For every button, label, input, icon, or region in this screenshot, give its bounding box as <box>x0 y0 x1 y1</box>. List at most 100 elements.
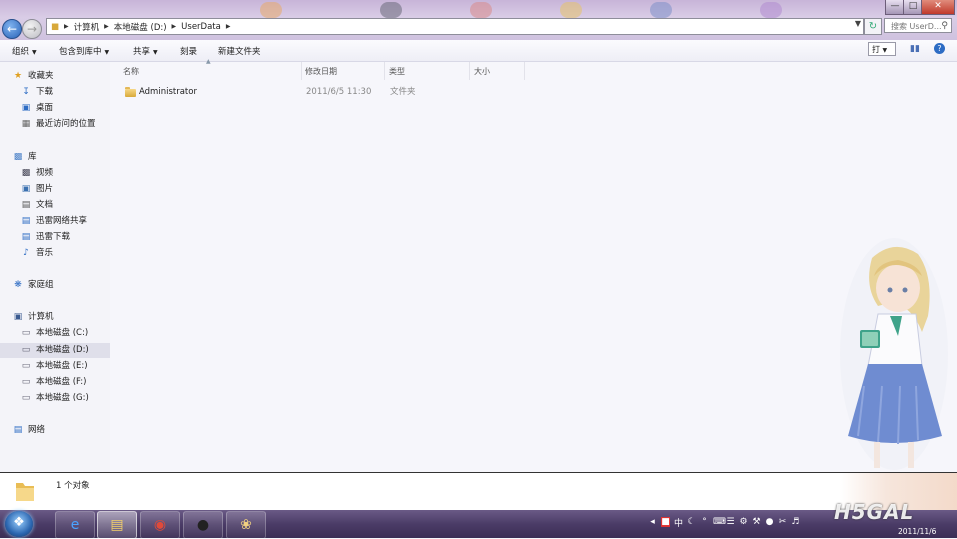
chevron-right-icon[interactable]: ▶ <box>171 23 178 30</box>
organize-label: 组织 <box>12 47 30 57</box>
video-icon: ▩ <box>21 168 31 178</box>
nav-drive-g[interactable]: ▭ 本地磁盘 (G:) <box>0 391 110 406</box>
nav-drive-c[interactable]: ▭ 本地磁盘 (C:) <box>0 326 110 341</box>
nav-computer[interactable]: ▣ 计算机 <box>0 310 110 325</box>
title-bar: ← → ■ ▶ 计算机 ▶ 本地磁盘 (D:) ▶ UserData ▶ ▼ ↻… <box>0 0 957 40</box>
settings-icon[interactable]: ⚙ <box>739 517 748 527</box>
clock-date[interactable]: 2011/11/6 <box>898 527 936 536</box>
document-icon: ▤ <box>21 200 31 210</box>
pin-icon[interactable]: ● <box>765 517 774 527</box>
help-icon[interactable]: ? <box>934 43 945 54</box>
search-icon[interactable]: ⚲ <box>941 19 948 34</box>
column-headers: 名称 修改日期 类型 大小 <box>111 62 956 80</box>
nav-homegroup[interactable]: ❋ 家庭组 <box>0 278 110 293</box>
folder-icon: ■ <box>51 21 60 32</box>
drive-icon: ▭ <box>21 393 31 403</box>
nav-videos[interactable]: ▩ 视频 <box>0 166 110 181</box>
address-bar[interactable]: ■ ▶ 计算机 ▶ 本地磁盘 (D:) ▶ UserData ▶ ▼ <box>46 18 864 35</box>
language-icon[interactable]: 中 <box>674 516 683 529</box>
explorer-icon: ▤ <box>110 517 124 533</box>
organize-button[interactable]: 组织 ▼ <box>12 45 37 57</box>
taskbar-chrome-button[interactable]: ◉ <box>140 511 180 539</box>
minimize-button[interactable]: — <box>885 0 905 15</box>
back-button[interactable]: ← <box>2 19 22 39</box>
menu-icon[interactable]: ☰ <box>726 517 735 527</box>
column-header-modified[interactable]: 修改日期 <box>305 66 337 77</box>
column-divider[interactable] <box>384 62 385 80</box>
forward-button[interactable]: → <box>22 19 42 39</box>
preview-pane-icon[interactable]: ▮▮ <box>910 44 920 54</box>
system-tray: ◂ ■ 中 ☾ ° ⌨ ☰ ⚙ ⚒ ● ✂ ♬ <box>648 514 800 530</box>
new-folder-button[interactable]: 新建文件夹 <box>218 45 261 57</box>
chevron-down-icon: ▼ <box>104 49 110 56</box>
start-button[interactable]: ❖ <box>5 511 33 537</box>
picture-icon: ▣ <box>21 184 31 194</box>
chevron-down-icon[interactable]: ▼ <box>855 19 861 28</box>
column-header-size[interactable]: 大小 <box>474 66 490 77</box>
tray-arrow-icon[interactable]: ◂ <box>648 517 657 527</box>
punctuation-icon[interactable]: ° <box>700 517 709 527</box>
breadcrumb-computer[interactable]: 计算机 <box>70 21 104 33</box>
search-input[interactable]: 搜索 UserD... ⚲ <box>884 18 952 33</box>
close-button[interactable]: ✕ <box>921 0 955 15</box>
nav-pictures[interactable]: ▣ 图片 <box>0 182 110 197</box>
file-type: 文件夹 <box>390 87 416 97</box>
drive-icon: ▭ <box>21 345 31 355</box>
burn-button[interactable]: 刻录 <box>180 45 197 57</box>
breadcrumb-drive-d[interactable]: 本地磁盘 (D:) <box>110 21 171 33</box>
column-divider[interactable] <box>301 62 302 80</box>
wallpaper-decoration <box>650 2 672 18</box>
taskbar-ie-button[interactable]: e <box>55 511 95 539</box>
chrome-icon: ◉ <box>153 517 167 533</box>
column-header-name[interactable]: 名称 <box>123 66 139 77</box>
nav-network[interactable]: ▤ 网络 <box>0 423 110 438</box>
moon-icon[interactable]: ☾ <box>687 517 696 527</box>
chevron-right-icon[interactable]: ▶ <box>103 23 110 30</box>
wrench-icon[interactable]: ⚒ <box>752 517 761 527</box>
scissors-icon[interactable]: ✂ <box>778 517 787 527</box>
nav-recent-places[interactable]: ▦ 最近访问的位置 <box>0 117 110 132</box>
nav-drive-d-label: 本地磁盘 (D:) <box>36 345 89 355</box>
column-header-type[interactable]: 类型 <box>389 66 405 77</box>
music-icon: ♪ <box>23 248 29 258</box>
chevron-down-icon: ▼ <box>32 49 37 56</box>
table-row[interactable]: Administrator 2011/6/5 11:30 文件夹 <box>120 85 480 99</box>
nav-music[interactable]: ♪ 音乐 <box>0 246 110 261</box>
taskbar-explorer-button[interactable]: ▤ <box>97 511 137 539</box>
nav-libraries[interactable]: ▩ 库 <box>0 150 110 165</box>
nav-documents[interactable]: ▤ 文档 <box>0 198 110 213</box>
column-divider[interactable] <box>469 62 470 80</box>
nav-pictures-label: 图片 <box>36 184 54 194</box>
taskbar-paint-button[interactable]: ❀ <box>226 511 266 539</box>
nav-drive-d[interactable]: ▭ 本地磁盘 (D:) <box>0 343 110 358</box>
taskbar-qq-button[interactable]: ● <box>183 511 223 539</box>
nav-downloads[interactable]: ↧ 下载 <box>0 85 110 100</box>
nav-xunlei-share-label: 迅雷网络共享 <box>36 216 88 226</box>
nav-drive-f[interactable]: ▭ 本地磁盘 (F:) <box>0 375 110 390</box>
wallpaper-decoration <box>560 2 582 18</box>
chevron-right-icon[interactable]: ▶ <box>225 23 232 30</box>
folder-icon <box>125 87 136 97</box>
include-in-library-button[interactable]: 包含到库中 ▼ <box>59 45 109 57</box>
nav-desktop[interactable]: ▣ 桌面 <box>0 101 110 116</box>
column-divider[interactable] <box>524 62 525 80</box>
nav-drive-e[interactable]: ▭ 本地磁盘 (E:) <box>0 359 110 374</box>
burn-label: 刻录 <box>180 47 198 57</box>
keyboard-icon[interactable]: ⌨ <box>713 517 726 527</box>
nav-xunlei-downloads[interactable]: ▤ 迅雷下载 <box>0 230 110 245</box>
nav-drive-g-label: 本地磁盘 (G:) <box>36 393 89 403</box>
chevron-right-icon[interactable]: ▶ <box>63 23 70 30</box>
share-button[interactable]: 共享 ▼ <box>133 45 158 57</box>
chevron-down-icon: ▼ <box>882 47 888 54</box>
nav-xunlei-share[interactable]: ▤ 迅雷网络共享 <box>0 214 110 229</box>
refresh-button[interactable]: ↻ <box>864 18 882 35</box>
input-method-icon[interactable]: ■ <box>661 517 670 527</box>
speaker-icon[interactable]: ♬ <box>791 517 800 527</box>
nav-recent-places-label: 最近访问的位置 <box>36 119 96 129</box>
view-dropdown[interactable]: 打 ▼ <box>868 42 896 56</box>
nav-videos-label: 视频 <box>36 168 54 178</box>
nav-favorites[interactable]: ★ 收藏夹 <box>0 69 110 84</box>
breadcrumb-userdata[interactable]: UserData <box>177 22 225 32</box>
maximize-button[interactable]: □ <box>903 0 923 15</box>
qq-icon: ● <box>196 517 210 533</box>
